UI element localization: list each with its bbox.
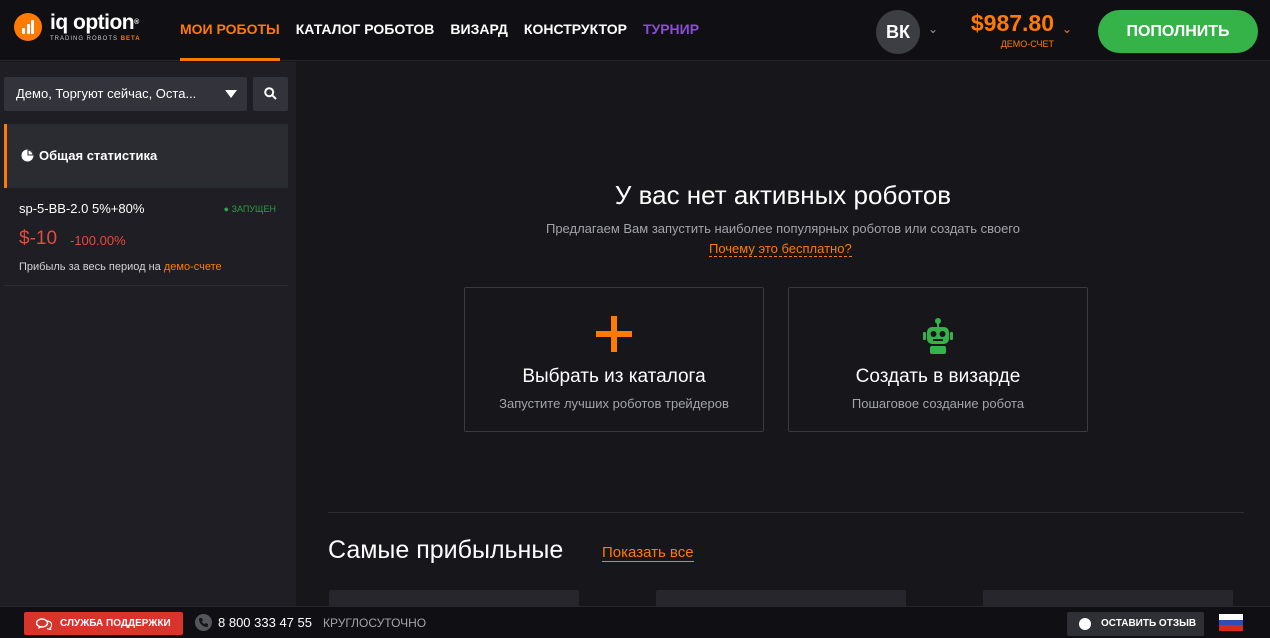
plus-icon bbox=[596, 316, 632, 352]
demo-account-link[interactable]: демо-счете bbox=[164, 261, 222, 273]
avatar[interactable]: ВК bbox=[876, 10, 920, 54]
balance-amount: $987.80 bbox=[970, 10, 1054, 36]
pie-chart-icon bbox=[21, 149, 34, 162]
general-stats-label: Общая статистика bbox=[39, 148, 158, 163]
filter-value: Демо, Торгуют сейчас, Оста... bbox=[16, 86, 197, 101]
nav-robot-catalog[interactable]: КАТАЛОГ РОБОТОВ bbox=[296, 0, 435, 61]
balance-account-type: ДЕМО-СЧЕТ bbox=[1000, 39, 1054, 49]
search-button[interactable] bbox=[253, 77, 288, 111]
logo-subtitle: TRADING ROBOTS BETA bbox=[50, 36, 141, 42]
flag-ru-icon[interactable] bbox=[1219, 614, 1243, 631]
section-divider bbox=[328, 512, 1244, 513]
status-badge: ● ЗАПУЩЕН bbox=[223, 204, 276, 214]
robot-preview-card[interactable] bbox=[329, 590, 579, 606]
create-in-wizard-card[interactable]: Создать в визарде Пошаговое создание роб… bbox=[788, 287, 1088, 432]
card-title: Создать в визарде bbox=[855, 366, 1021, 387]
footer: СЛУЖБА ПОДДЕРЖКИ 8 800 333 47 55 КРУГЛОС… bbox=[0, 606, 1270, 638]
main-nav: МОИ РОБОТЫ КАТАЛОГ РОБОТОВ ВИЗАРД КОНСТР… bbox=[180, 0, 715, 61]
logo-name: iq option® bbox=[50, 11, 139, 34]
top-header: iq option® TRADING ROBOTS BETA МОИ РОБОТ… bbox=[0, 0, 1270, 61]
nav-my-robots[interactable]: МОИ РОБОТЫ bbox=[180, 0, 280, 61]
phone-icon bbox=[195, 614, 212, 631]
nav-wizard[interactable]: ВИЗАРД bbox=[450, 0, 507, 61]
card-title: Выбрать из каталога bbox=[522, 366, 706, 387]
search-icon bbox=[264, 87, 277, 100]
robot-preview-card[interactable] bbox=[656, 590, 906, 606]
robot-name: sp-5-BB-2.0 5%+80% bbox=[19, 201, 145, 216]
robot-profit-percent: -100.00% bbox=[70, 233, 126, 248]
support-hours: КРУГЛОСУТОЧНО bbox=[323, 616, 427, 630]
sidebar: Демо, Торгуют сейчас, Оста... Общая стат… bbox=[0, 62, 296, 606]
card-subtitle: Запустите лучших роботов трейдеров bbox=[499, 396, 729, 411]
chevron-down-icon[interactable]: ⌄ bbox=[1062, 22, 1072, 36]
robot-list-item[interactable]: sp-5-BB-2.0 5%+80% ● ЗАПУЩЕН $-10 -100.0… bbox=[4, 188, 288, 286]
nav-tournament[interactable]: ТУРНИР bbox=[643, 0, 699, 61]
card-subtitle: Пошаговое создание робота bbox=[851, 396, 1025, 411]
most-profitable-title: Самые прибыльные bbox=[328, 536, 564, 564]
robot-profit: $-10 bbox=[19, 228, 58, 249]
empty-state-title: У вас нет активных роботов bbox=[614, 180, 952, 210]
nav-constructor[interactable]: КОНСТРУКТОР bbox=[524, 0, 627, 61]
empty-state-subtitle: Предлагаем Вам запустить наиболее популя… bbox=[545, 221, 1020, 236]
caret-down-icon bbox=[225, 90, 237, 98]
speech-bubble-icon bbox=[1079, 618, 1091, 630]
robot-preview-card[interactable] bbox=[983, 590, 1233, 606]
balance-block[interactable]: $987.80 ДЕМО-СЧЕТ bbox=[964, 10, 1054, 49]
leave-feedback-button[interactable]: ОСТАВИТЬ ОТЗЫВ bbox=[1067, 612, 1204, 636]
support-button[interactable]: СЛУЖБА ПОДДЕРЖКИ bbox=[24, 612, 183, 635]
robot-icon bbox=[923, 318, 953, 354]
chevron-down-icon[interactable]: ⌄ bbox=[928, 22, 938, 36]
sidebar-item-general-stats[interactable]: Общая статистика bbox=[4, 124, 288, 188]
deposit-button[interactable]: ПОПОЛНИТЬ bbox=[1098, 10, 1258, 53]
support-phone[interactable]: 8 800 333 47 55 bbox=[218, 615, 312, 630]
logo-bars-icon bbox=[14, 13, 42, 41]
robot-filter-select[interactable]: Демо, Торгуют сейчас, Оста... bbox=[4, 77, 247, 111]
chat-bubbles-icon bbox=[36, 618, 52, 630]
why-free-link[interactable]: Почему это бесплатно? bbox=[709, 241, 852, 257]
robot-period-text: Прибыль за весь период на демо-счете bbox=[19, 261, 222, 273]
logo[interactable]: iq option® TRADING ROBOTS BETA bbox=[14, 11, 141, 42]
choose-from-catalog-card[interactable]: Выбрать из каталога Запустите лучших роб… bbox=[464, 287, 764, 432]
show-all-link[interactable]: Показать все bbox=[602, 544, 694, 562]
